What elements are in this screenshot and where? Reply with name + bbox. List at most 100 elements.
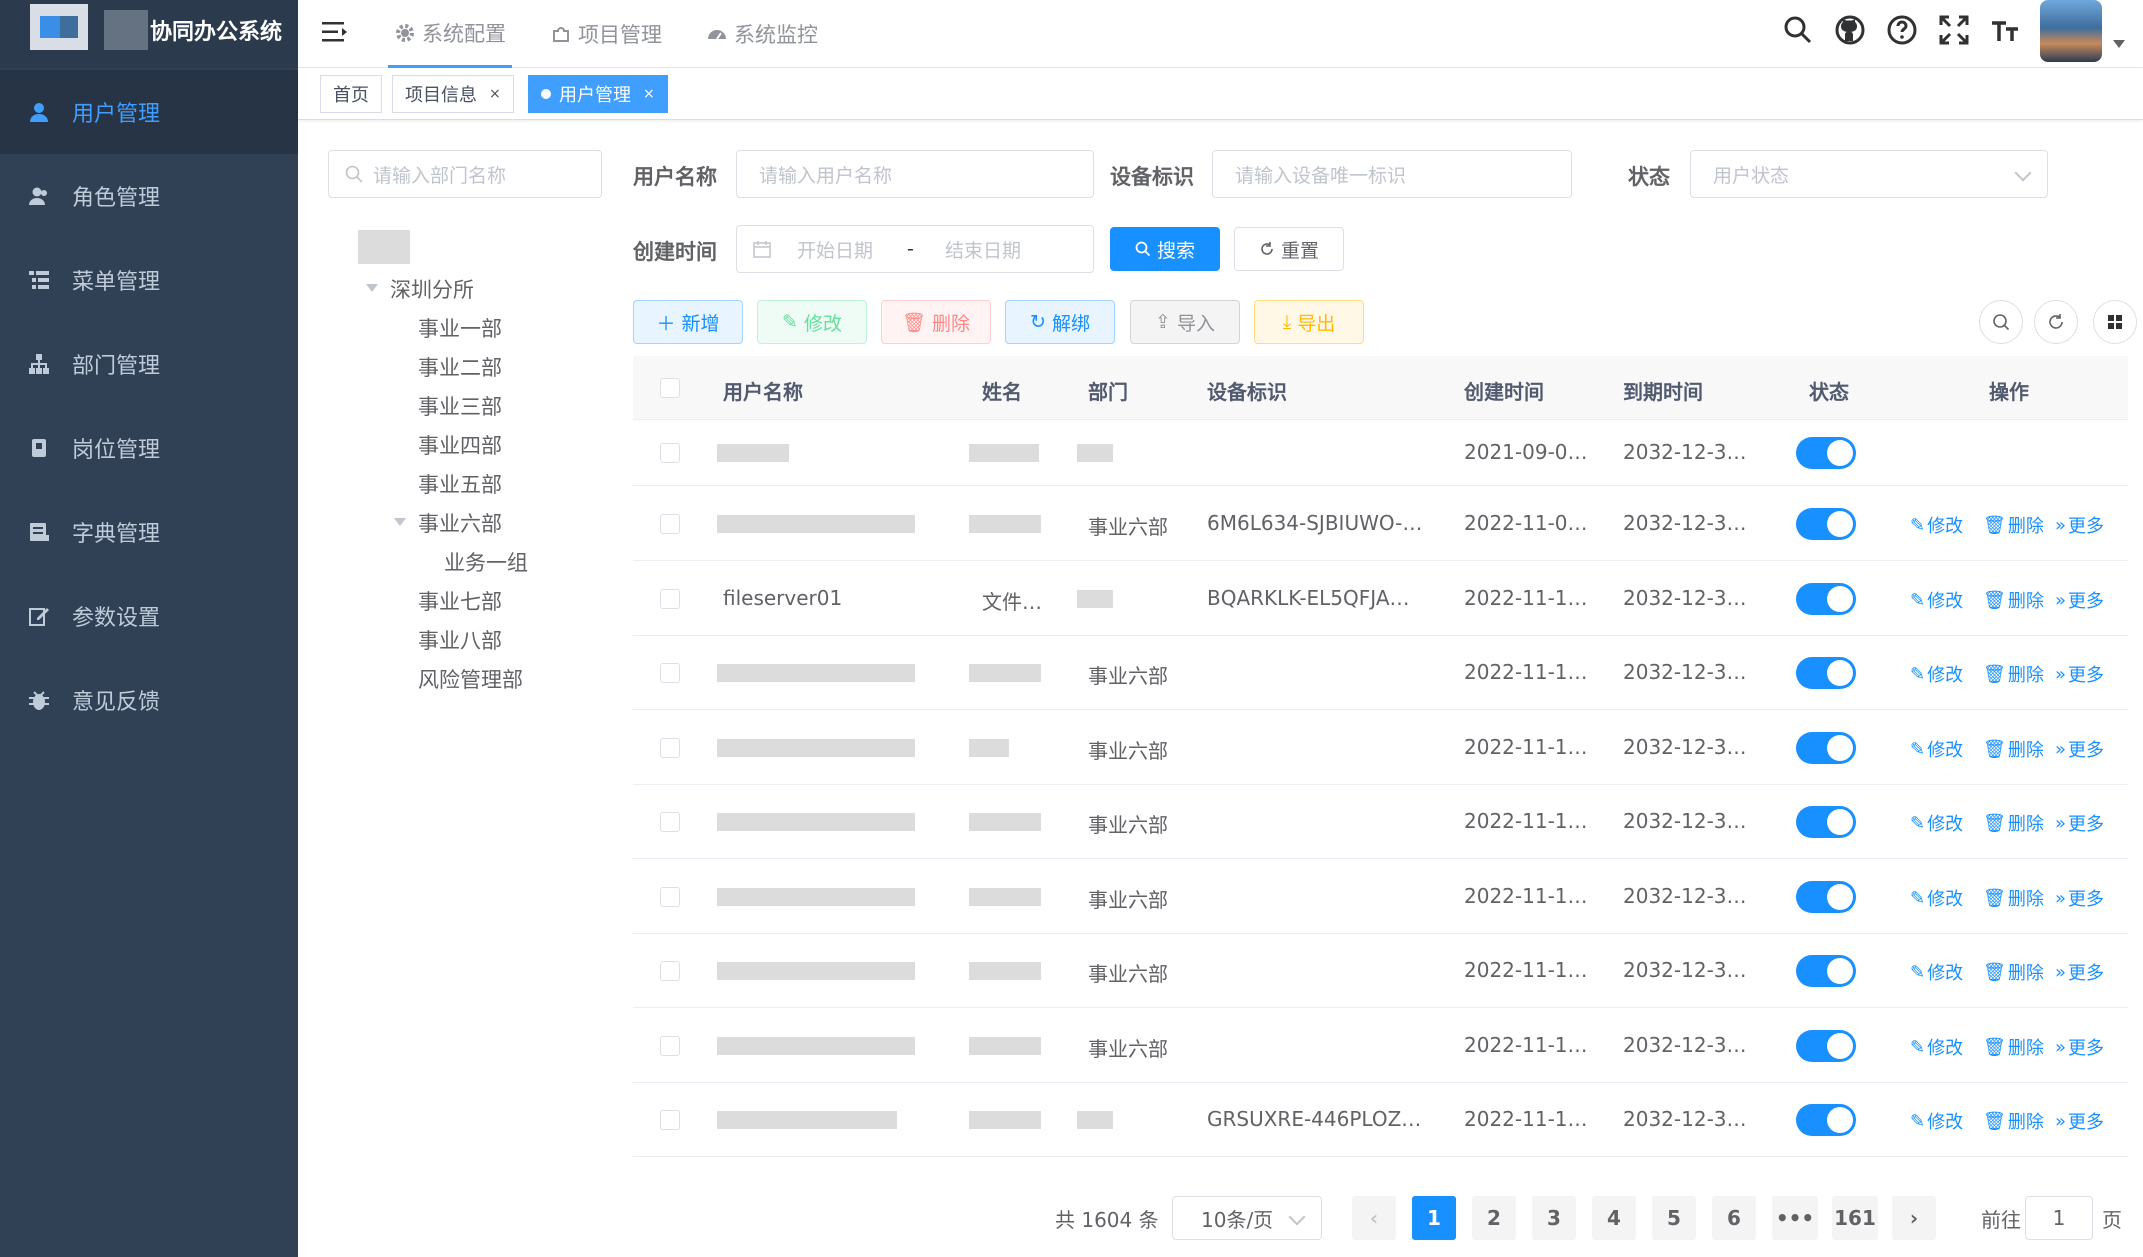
prev-page-button[interactable]: ‹ — [1352, 1196, 1396, 1240]
topmenu-system-config[interactable]: 系统配置 — [388, 0, 512, 68]
row-checkbox[interactable] — [660, 443, 680, 463]
dept-search-input[interactable]: 请输入部门名称 — [328, 150, 602, 198]
row-checkbox[interactable] — [660, 738, 680, 758]
topmenu-project-management[interactable]: 项目管理 — [550, 0, 662, 68]
delete-link[interactable]: 🗑 删除 — [1983, 512, 2044, 538]
more-link[interactable]: » 更多 — [2055, 587, 2104, 613]
tree-node[interactable]: 事业一部 — [418, 313, 502, 343]
page-number[interactable]: 1 — [1412, 1196, 1456, 1240]
more-link[interactable]: » 更多 — [2055, 661, 2104, 687]
search-icon[interactable] — [1782, 14, 1814, 46]
topmenu-system-monitor[interactable]: 系统监控 — [706, 0, 818, 68]
row-checkbox[interactable] — [660, 1110, 680, 1130]
edit-link[interactable]: ✎ 修改 — [1910, 661, 1963, 687]
sidebar-item-user-management[interactable]: 用户管理 — [0, 70, 298, 154]
edit-link[interactable]: ✎ 修改 — [1910, 587, 1963, 613]
chevron-down-icon[interactable] — [2113, 40, 2125, 48]
tree-root-blurred[interactable] — [358, 230, 410, 264]
column-header[interactable]: 到期时间 — [1623, 376, 1703, 405]
tag-user-management[interactable]: 用户管理 × — [528, 75, 668, 113]
delete-link[interactable]: 🗑 删除 — [1983, 1108, 2044, 1134]
refresh-button[interactable] — [2034, 300, 2078, 344]
page-number[interactable]: 3 — [1532, 1196, 1576, 1240]
status-toggle[interactable] — [1796, 437, 1856, 469]
column-header[interactable]: 设备标识 — [1207, 376, 1287, 405]
page-number[interactable]: 4 — [1592, 1196, 1636, 1240]
delete-link[interactable]: 🗑 删除 — [1983, 885, 2044, 911]
question-icon[interactable] — [1886, 14, 1918, 46]
page-number[interactable]: 161 — [1832, 1196, 1878, 1240]
unbind-button[interactable]: ↻ 解绑 — [1005, 300, 1115, 344]
row-checkbox[interactable] — [660, 887, 680, 907]
github-icon[interactable] — [1834, 14, 1866, 46]
page-number[interactable]: ••• — [1772, 1196, 1818, 1240]
sidebar-item-dept-management[interactable]: 部门管理 — [0, 322, 298, 406]
more-link[interactable]: » 更多 — [2055, 1108, 2104, 1134]
select-all-checkbox[interactable] — [660, 378, 680, 398]
page-number[interactable]: 5 — [1652, 1196, 1696, 1240]
edit-button[interactable]: ✎ 修改 — [757, 300, 867, 344]
sidebar-item-param-settings[interactable]: 参数设置 — [0, 574, 298, 658]
next-page-button[interactable]: › — [1892, 1196, 1936, 1240]
columns-button[interactable] — [2093, 300, 2137, 344]
sidebar-item-role-management[interactable]: 角色管理 — [0, 154, 298, 238]
column-header[interactable]: 姓名 — [982, 376, 1022, 405]
edit-link[interactable]: ✎ 修改 — [1910, 959, 1963, 985]
delete-link[interactable]: 🗑 删除 — [1983, 736, 2044, 762]
status-select[interactable]: 用户状态 — [1690, 150, 2048, 198]
status-toggle[interactable] — [1796, 583, 1856, 615]
caret-down-icon[interactable] — [394, 518, 406, 526]
page-number[interactable]: 6 — [1712, 1196, 1756, 1240]
tree-node[interactable]: 事业二部 — [418, 352, 502, 382]
username-input[interactable]: 请输入用户名称 — [736, 150, 1094, 198]
tree-node[interactable]: 深圳分所 — [390, 274, 474, 304]
tree-node[interactable]: 业务一组 — [444, 547, 528, 577]
sidebar-item-dict-management[interactable]: 字典管理 — [0, 490, 298, 574]
status-toggle[interactable] — [1796, 508, 1856, 540]
font-size-icon[interactable] — [1990, 14, 2022, 46]
more-link[interactable]: » 更多 — [2055, 1034, 2104, 1060]
import-button[interactable]: ⇪ 导入 — [1130, 300, 1240, 344]
status-toggle[interactable] — [1796, 1030, 1856, 1062]
tag-home[interactable]: 首页 — [320, 75, 382, 113]
row-checkbox[interactable] — [660, 812, 680, 832]
edit-link[interactable]: ✎ 修改 — [1910, 1108, 1963, 1134]
page-size-select[interactable]: 10条/页 — [1172, 1196, 1322, 1240]
sidebar-item-menu-management[interactable]: 菜单管理 — [0, 238, 298, 322]
caret-down-icon[interactable] — [366, 284, 378, 292]
sidebar-item-feedback[interactable]: 意见反馈 — [0, 658, 298, 742]
edit-link[interactable]: ✎ 修改 — [1910, 512, 1963, 538]
tree-node[interactable]: 事业五部 — [418, 469, 502, 499]
edit-link[interactable]: ✎ 修改 — [1910, 736, 1963, 762]
row-checkbox[interactable] — [660, 663, 680, 683]
column-header[interactable]: 用户名称 — [723, 376, 803, 405]
more-link[interactable]: » 更多 — [2055, 885, 2104, 911]
row-checkbox[interactable] — [660, 514, 680, 534]
close-icon[interactable]: × — [489, 86, 501, 102]
delete-link[interactable]: 🗑 删除 — [1983, 959, 2044, 985]
row-checkbox[interactable] — [660, 1036, 680, 1056]
row-checkbox[interactable] — [660, 961, 680, 981]
more-link[interactable]: » 更多 — [2055, 959, 2104, 985]
delete-link[interactable]: 🗑 删除 — [1983, 587, 2044, 613]
logo[interactable]: 协同办公系统 — [0, 0, 298, 68]
delete-link[interactable]: 🗑 删除 — [1983, 661, 2044, 687]
tag-project-info[interactable]: 项目信息 × — [392, 75, 514, 113]
tree-node[interactable]: 风险管理部 — [418, 664, 523, 694]
status-toggle[interactable] — [1796, 657, 1856, 689]
status-toggle[interactable] — [1796, 732, 1856, 764]
status-toggle[interactable] — [1796, 881, 1856, 913]
delete-link[interactable]: 🗑 删除 — [1983, 1034, 2044, 1060]
column-header[interactable]: 创建时间 — [1464, 376, 1544, 405]
delete-button[interactable]: 🗑 删除 — [881, 300, 991, 344]
export-button[interactable]: ⤓ 导出 — [1254, 300, 1364, 344]
more-link[interactable]: » 更多 — [2055, 736, 2104, 762]
add-button[interactable]: ＋新增 — [633, 300, 743, 344]
page-number[interactable]: 2 — [1472, 1196, 1516, 1240]
more-link[interactable]: » 更多 — [2055, 810, 2104, 836]
toggle-search-button[interactable] — [1979, 300, 2023, 344]
edit-link[interactable]: ✎ 修改 — [1910, 1034, 1963, 1060]
status-toggle[interactable] — [1796, 1104, 1856, 1136]
avatar[interactable] — [2040, 0, 2102, 62]
hamburger-icon[interactable] — [322, 20, 350, 44]
